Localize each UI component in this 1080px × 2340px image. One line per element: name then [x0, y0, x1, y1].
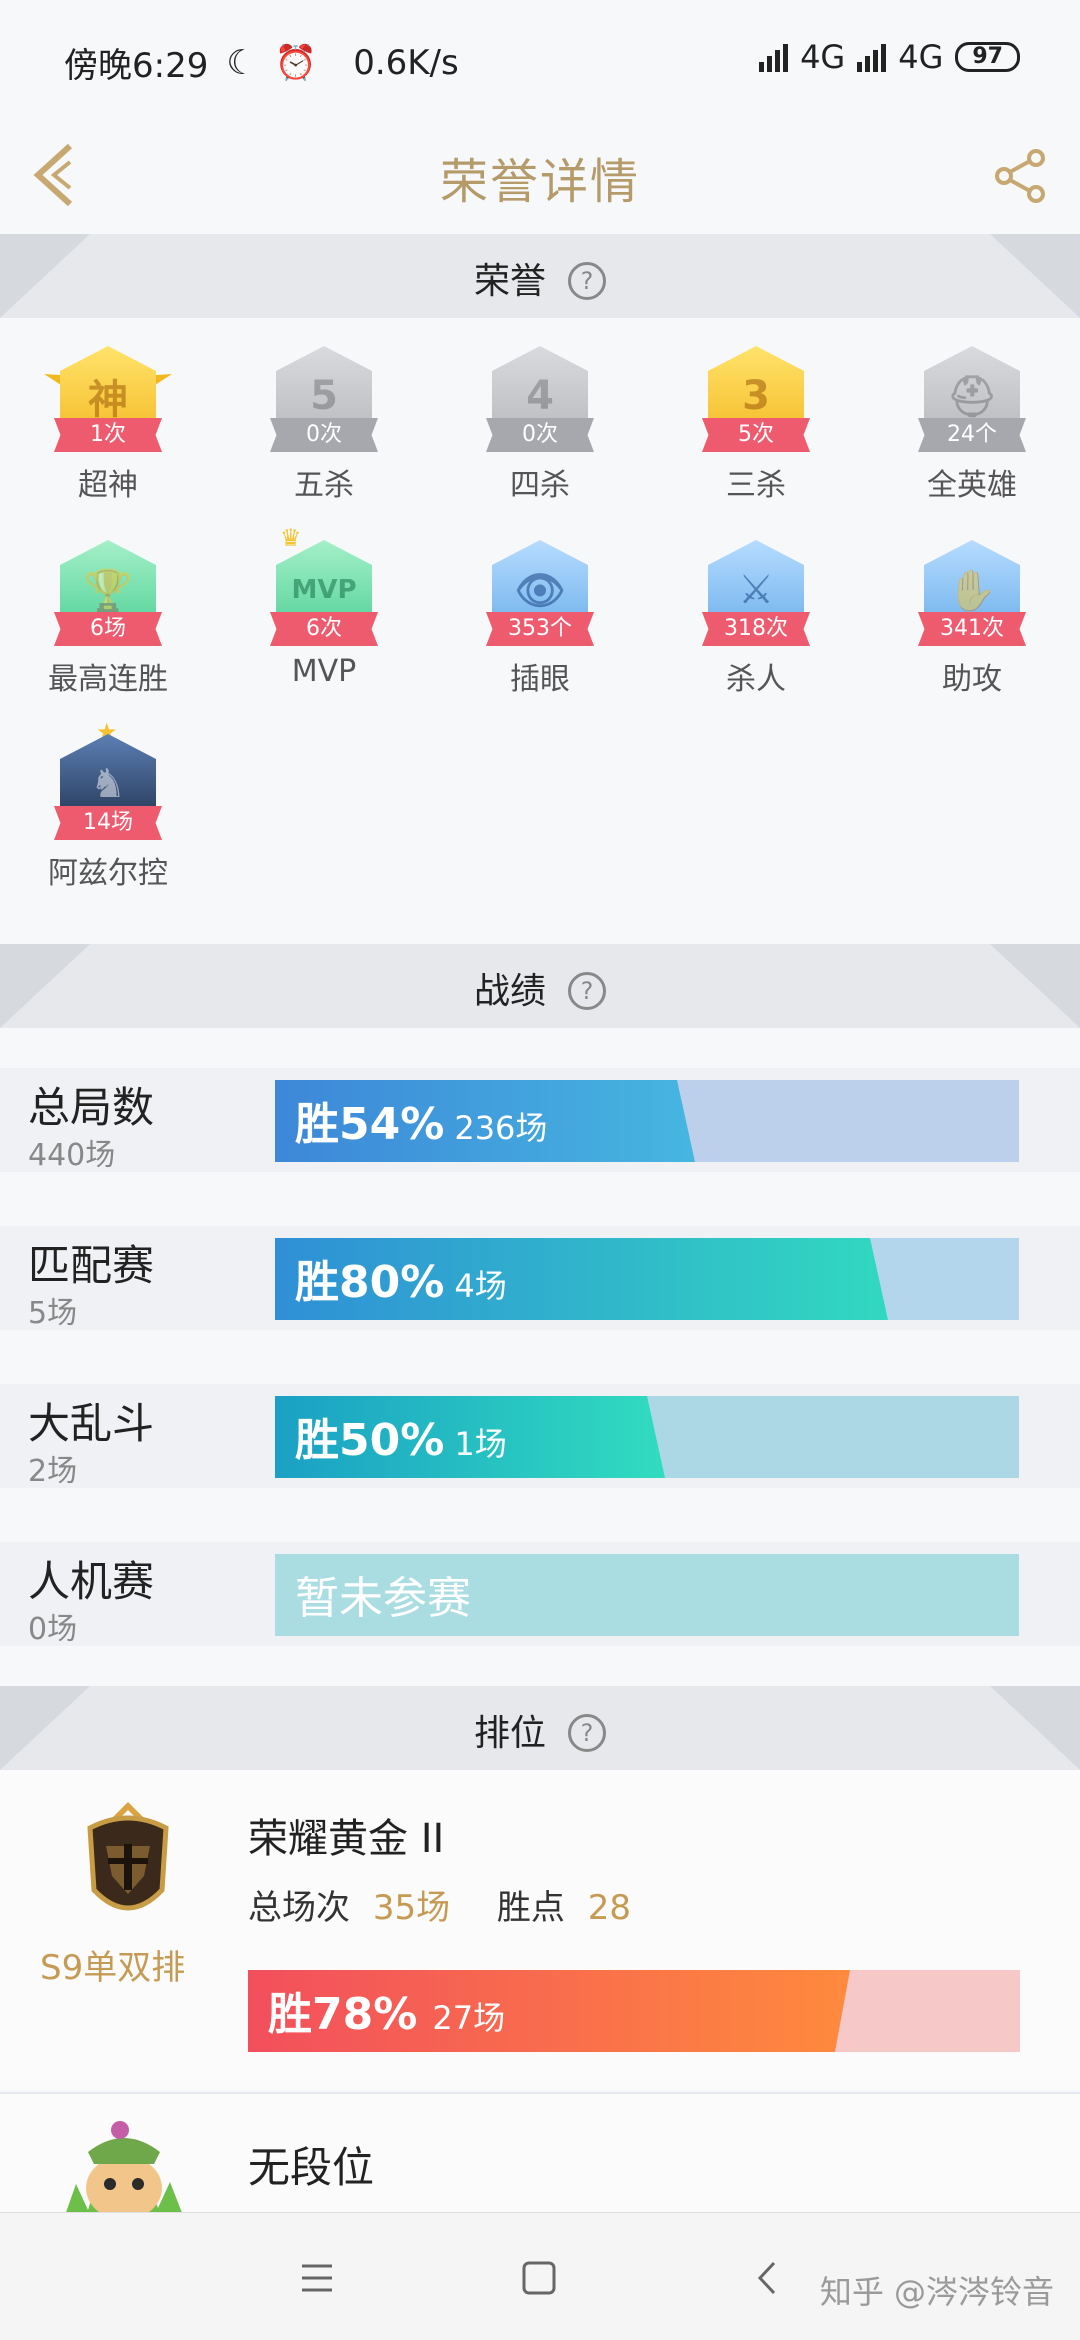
signal-icon	[857, 42, 887, 72]
league-points-label: 胜点	[496, 1888, 565, 1928]
win-games: 236场	[454, 1109, 548, 1147]
win-games: 1场	[454, 1425, 507, 1463]
league-points-value: 28	[587, 1888, 631, 1928]
honor-count: 1次	[54, 418, 162, 452]
total-games-value: 35场	[372, 1888, 451, 1928]
honor-label: MVP	[291, 654, 357, 689]
win-rate-pct: 胜54%	[295, 1099, 445, 1150]
system-nav-bar: 知乎 @涔涔铃音	[0, 2212, 1080, 2340]
honor-item[interactable]: 神 1次 超神	[0, 340, 216, 520]
ranked-win-pct: 胜78%	[268, 1989, 418, 2040]
share-icon[interactable]	[990, 146, 1050, 206]
record-row[interactable]: 匹配赛 5场 胜80% 4场	[0, 1226, 1080, 1331]
record-name: 人机赛	[28, 1557, 155, 1606]
section-header-record: 战绩?	[0, 944, 1080, 1028]
ranked-win-games: 27场	[432, 1999, 506, 2037]
record-row[interactable]: 总局数 440场 胜54% 236场	[0, 1068, 1080, 1173]
win-games: 4场	[454, 1267, 507, 1305]
help-icon[interactable]: ?	[568, 262, 606, 300]
record-count: 2场	[28, 1454, 78, 1489]
clock: 傍晚6:29	[64, 46, 209, 86]
alarm-icon: ⏰	[274, 42, 318, 83]
total-games-label: 总场次	[248, 1888, 350, 1928]
section-header-rank: 排位?	[0, 1686, 1080, 1770]
honor-label: 阿兹尔控	[48, 856, 168, 891]
network-speed: 0.6K/s	[353, 42, 459, 83]
rank-season: S9单双排	[40, 1948, 186, 1988]
no-games-text: 暂未参赛	[295, 1573, 471, 1624]
record-count: 5场	[28, 1296, 78, 1331]
section-title: 荣誉	[473, 261, 546, 302]
rank-info: 总场次 35场 胜点 28	[248, 1880, 631, 1929]
record-row[interactable]: 人机赛 0场 暂未参赛	[0, 1542, 1080, 1647]
record-name: 总局数	[28, 1083, 155, 1132]
win-rate-bar: 胜54% 236场	[275, 1080, 1019, 1162]
honor-item[interactable]: 👁 353个 插眼	[432, 534, 648, 714]
menu-icon[interactable]	[290, 2251, 344, 2305]
unranked-card[interactable]: 无段位	[0, 2092, 1080, 2218]
honor-label: 三杀	[726, 468, 786, 503]
battery-indicator: 97	[955, 42, 1020, 72]
network-type-1: 4G	[800, 38, 846, 76]
gold-rank-emblem-icon	[87, 1802, 169, 1911]
honor-label: 全英雄	[927, 468, 1017, 503]
win-rate-bar: 胜80% 4场	[275, 1238, 1019, 1320]
honor-item[interactable]: 🏆 6场 最高连胜	[0, 534, 216, 714]
win-rate-pct: 胜50%	[295, 1415, 445, 1466]
record-count: 0场	[28, 1612, 78, 1647]
home-icon[interactable]	[512, 2251, 566, 2305]
honor-item[interactable]: 4 0次 四杀	[432, 340, 648, 520]
honor-label: 助攻	[942, 662, 1002, 697]
honor-count: 0次	[486, 418, 594, 452]
ranked-card[interactable]: S9单双排 荣耀黄金 II 总场次 35场 胜点 28 胜78% 27场	[0, 1770, 1080, 2090]
section-title: 排位	[473, 1713, 546, 1754]
honor-count: 24个	[918, 418, 1026, 452]
network-type-2: 4G	[898, 38, 944, 76]
honor-item[interactable]: 3 5次 三杀	[648, 340, 864, 520]
win-rate-bar: 暂未参赛	[275, 1554, 1019, 1636]
honor-count: 341次	[918, 612, 1026, 646]
section-header-honor: 荣誉?	[0, 234, 1080, 318]
record-name: 大乱斗	[28, 1399, 155, 1448]
honor-item[interactable]: ⚔ 318次 杀人	[648, 534, 864, 714]
record-count: 440场	[28, 1138, 116, 1173]
record-row[interactable]: 大乱斗 2场 胜50% 1场	[0, 1384, 1080, 1489]
status-bar: 傍晚6:29 ☾ ⏰ 0.6K/s 4G 4G 97	[0, 0, 1080, 120]
app-header: 荣誉详情	[0, 120, 1080, 232]
honor-count: 6场	[54, 612, 162, 646]
honor-label: 插眼	[510, 662, 570, 697]
page-title: 荣誉详情	[439, 154, 640, 210]
rank-tier: 荣耀黄金 II	[248, 1816, 445, 1862]
honor-count: 0次	[270, 418, 378, 452]
record-name: 匹配赛	[28, 1241, 155, 1290]
crown-icon: ♛	[280, 524, 302, 552]
ranked-win-bar: 胜78% 27场	[248, 1970, 1020, 2052]
win-rate-bar: 胜50% 1场	[275, 1396, 1019, 1478]
win-rate-pct: 胜80%	[295, 1257, 445, 1308]
honor-count: 6次	[270, 612, 378, 646]
teemo-avatar-icon	[64, 2121, 184, 2218]
help-icon[interactable]: ?	[568, 972, 606, 1010]
honor-label: 超神	[78, 468, 138, 503]
watermark: 知乎 @涔涔铃音	[819, 2273, 1054, 2311]
honor-count: 5次	[702, 418, 810, 452]
honor-item[interactable]: ★ ♞ 14场 阿兹尔控	[0, 718, 216, 908]
moon-icon: ☾	[226, 42, 257, 83]
honor-label: 最高连胜	[48, 662, 168, 697]
honor-count: 14场	[54, 806, 162, 840]
honor-item[interactable]: ✋ 341次 助攻	[864, 534, 1080, 714]
unranked-label: 无段位	[248, 2143, 375, 2192]
signal-icon	[759, 42, 789, 72]
honor-item[interactable]: ♛ MVP 6次 MVP	[216, 524, 432, 714]
honor-count: 318次	[702, 612, 810, 646]
honor-label: 五杀	[294, 468, 354, 503]
honor-item[interactable]: 5 0次 五杀	[216, 340, 432, 520]
honor-label: 四杀	[510, 468, 570, 503]
honor-count: 353个	[486, 612, 594, 646]
honor-item[interactable]: ⛑ 24个 全英雄	[864, 340, 1080, 520]
nav-back-icon[interactable]	[740, 2251, 794, 2305]
honor-label: 杀人	[726, 662, 786, 697]
help-icon[interactable]: ?	[568, 1714, 606, 1752]
section-title: 战绩	[473, 971, 546, 1012]
